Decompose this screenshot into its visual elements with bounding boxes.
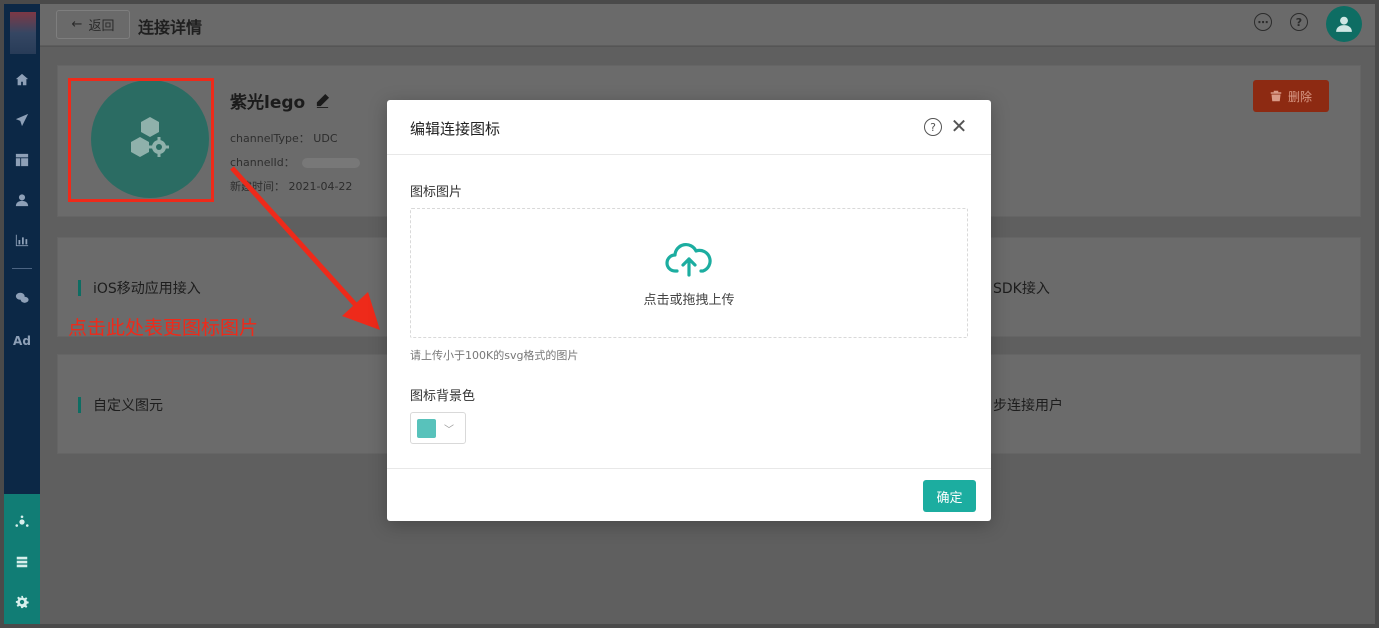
cloud-upload-icon <box>665 242 712 277</box>
channel-type-row: channelType： UDC <box>230 130 338 146</box>
server-icon[interactable] <box>4 548 40 576</box>
trash-icon <box>1270 90 1282 102</box>
channel-id-redacted <box>302 158 361 168</box>
back-button[interactable]: ← 返回 <box>56 10 130 39</box>
channel-id-label: channelId： <box>230 156 295 169</box>
ios-integration-title[interactable]: iOS移动应用接入 <box>78 278 201 298</box>
created-row: 新建时间： 2021-04-22 <box>230 178 352 194</box>
back-button-label: 返回 <box>88 19 115 34</box>
page-title: 连接详情 <box>138 18 203 37</box>
wechat-icon[interactable] <box>4 284 40 312</box>
ad-menu-item[interactable]: Ad <box>4 334 40 348</box>
custom-element-label: 自定义图元 <box>93 398 163 414</box>
modal-footer-divider <box>387 468 991 469</box>
ios-integration-label: iOS移动应用接入 <box>93 281 201 297</box>
highlight-box <box>68 78 214 202</box>
layout-icon[interactable] <box>4 146 40 174</box>
bg-color-label: 图标背景色 <box>410 389 476 404</box>
arrow-left-icon: ← <box>71 17 83 32</box>
channel-type-label: channelType： <box>230 132 310 145</box>
color-picker[interactable]: ﹀ <box>410 412 466 444</box>
send-icon[interactable] <box>4 106 40 134</box>
connection-name-text: 紫光lego <box>230 93 306 113</box>
home-icon[interactable] <box>4 66 40 94</box>
integration-icon[interactable] <box>4 508 40 536</box>
delete-label: 删除 <box>1287 89 1312 104</box>
created-value: 2021-04-22 <box>288 180 353 193</box>
upload-dropzone[interactable]: 点击或拖拽上传 <box>410 208 968 338</box>
delete-button[interactable]: 删除 <box>1253 80 1329 112</box>
connection-name: 紫光lego <box>230 88 330 113</box>
sidebar: Ad <box>4 4 40 624</box>
close-icon[interactable]: ✕ <box>950 114 968 138</box>
sdk-integration-title[interactable]: SDK接入 <box>993 278 1050 298</box>
confirm-button[interactable]: 确定 <box>923 480 976 512</box>
chart-icon[interactable] <box>4 226 40 254</box>
section-marker <box>78 397 81 413</box>
annotation-callout: 点击此处表更图标图片 <box>68 317 259 339</box>
gear-icon[interactable] <box>4 588 40 616</box>
help-icon[interactable]: ? <box>1290 13 1308 31</box>
modal-divider <box>387 154 991 155</box>
user-icon[interactable] <box>4 186 40 214</box>
avatar[interactable] <box>1326 6 1362 42</box>
pencil-icon[interactable] <box>315 93 330 108</box>
message-icon[interactable]: ⋯ <box>1254 13 1272 31</box>
modal-title: 编辑连接图标 <box>410 120 501 138</box>
channel-type-value: UDC <box>313 132 338 145</box>
color-swatch <box>417 418 436 438</box>
chevron-down-icon: ﹀ <box>444 424 454 436</box>
sidebar-bottom <box>4 494 40 624</box>
channel-id-row: channelId： <box>230 154 361 170</box>
sync-users-title[interactable]: 步连接用户 <box>993 395 1063 415</box>
user-avatar-icon <box>1336 16 1352 32</box>
section-marker <box>78 280 81 296</box>
created-label: 新建时间： <box>230 180 285 193</box>
custom-element-title[interactable]: 自定义图元 <box>78 395 163 415</box>
app-logo <box>10 12 36 54</box>
top-bar: ← 返回 连接详情 ⋯ ? <box>40 4 1375 46</box>
edit-icon-modal: 编辑连接图标 ? ✕ 图标图片 点击或拖拽上传 请上传小于100K的svg格式的… <box>387 100 991 521</box>
sidebar-divider <box>12 268 32 269</box>
upload-text: 点击或拖拽上传 <box>643 292 735 308</box>
upload-hint: 请上传小于100K的svg格式的图片 <box>410 349 579 362</box>
question-icon[interactable]: ? <box>924 118 942 136</box>
icon-image-label: 图标图片 <box>410 185 463 200</box>
